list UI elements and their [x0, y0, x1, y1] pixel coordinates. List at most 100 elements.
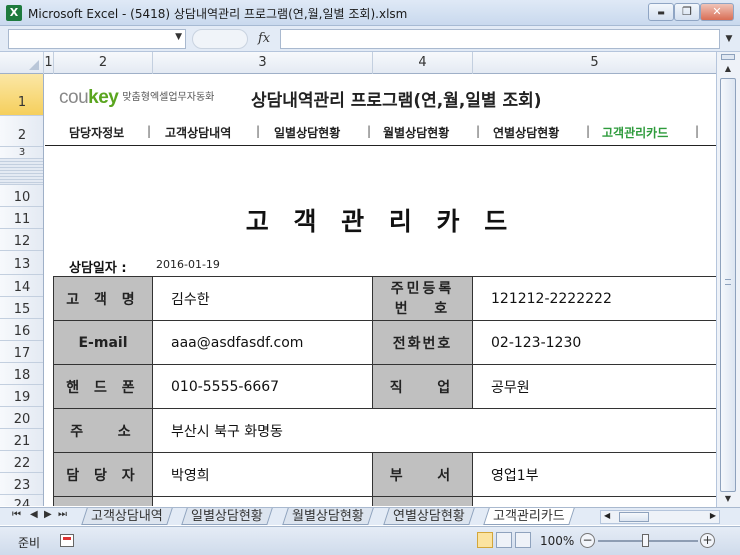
restore-icon: ❐ — [682, 5, 692, 18]
page-layout-view-button[interactable] — [496, 532, 512, 548]
sheet-tab-yearly[interactable]: 연별상담현황 — [383, 508, 475, 525]
field-label — [372, 496, 473, 506]
field-value[interactable]: 02-123-1230 — [472, 320, 716, 365]
logo-text-key: key — [88, 87, 119, 108]
hidden-rows — [0, 159, 43, 185]
scroll-left-icon[interactable]: ◀ — [604, 511, 610, 520]
row-header[interactable]: 23 — [0, 473, 43, 495]
row-header[interactable]: 21 — [0, 429, 43, 451]
row-header[interactable]: 18 — [0, 363, 43, 385]
row-header[interactable]: 19 — [0, 385, 43, 407]
table-row — [53, 496, 716, 506]
consult-date-value[interactable]: 2016-01-19 — [156, 258, 220, 271]
vertical-scrollbar[interactable]: ▲ ▼ — [716, 52, 740, 507]
last-sheet-icon[interactable]: ⏭ — [58, 509, 67, 520]
column-header[interactable]: 5 — [473, 52, 716, 74]
worksheet[interactable]: coukey 맞춤형엑셀업무자동화 상담내역관리 프로그램(연,월,일별 조회) … — [45, 74, 716, 506]
sheet-tab-customer-consult[interactable]: 고객상담내역 — [81, 508, 173, 525]
row-header[interactable]: 2 — [0, 116, 43, 147]
nav-item-monthly-status[interactable]: 월별상담현황 — [383, 124, 449, 141]
field-value[interactable]: 121212-2222222 — [472, 276, 716, 321]
scroll-down-icon[interactable]: ▼ — [721, 492, 735, 506]
column-header[interactable]: 4 — [373, 52, 473, 74]
field-value[interactable] — [472, 496, 716, 506]
field-value[interactable]: 010-5555-6667 — [152, 364, 373, 409]
table-row: E-mail aaa@asdfasdf.com 전화번호 02-123-1230 — [53, 320, 716, 365]
field-value[interactable] — [152, 496, 373, 506]
field-label: 주 소 — [53, 408, 153, 453]
scroll-thumb[interactable] — [619, 512, 649, 522]
column-header[interactable]: 3 — [153, 52, 373, 74]
field-value[interactable]: 박영희 — [152, 452, 373, 497]
row-header[interactable]: 22 — [0, 451, 43, 473]
sheet-tab-monthly[interactable]: 월별상담현황 — [282, 508, 374, 525]
field-value[interactable]: 김수한 — [152, 276, 373, 321]
row-header[interactable]: 17 — [0, 341, 43, 363]
card-title: 고 객 관 리 카 드 — [245, 207, 516, 236]
nav-item-customer-card[interactable]: 고객관리카드 — [602, 124, 668, 141]
macro-record-icon[interactable] — [60, 534, 74, 547]
scroll-thumb[interactable] — [720, 78, 736, 492]
scroll-right-icon[interactable]: ▶ — [710, 511, 716, 520]
restore-button[interactable]: ❐ — [674, 3, 700, 21]
sheet-tab-label: 일별상담현황 — [191, 509, 263, 524]
field-value[interactable]: 부산시 북구 화명동 — [152, 408, 716, 453]
row-header[interactable]: 14 — [0, 275, 43, 297]
page-break-view-button[interactable] — [515, 532, 531, 548]
next-sheet-icon[interactable]: ▶ — [44, 509, 52, 520]
row-header[interactable]: 10 — [0, 185, 43, 207]
normal-view-button[interactable] — [477, 532, 493, 548]
field-value[interactable]: aaa@asdfasdf.com — [152, 320, 373, 365]
formula-input[interactable] — [280, 29, 720, 49]
sheet-tab-customer-card[interactable]: 고객관리카드 — [483, 508, 575, 525]
zoom-level[interactable]: 100% — [540, 534, 574, 548]
sheet-tab-daily[interactable]: 일별상담현황 — [181, 508, 273, 525]
name-box[interactable]: ▼ — [8, 29, 186, 49]
column-header[interactable]: 1 — [44, 52, 54, 74]
field-label: 부 서 — [372, 452, 473, 497]
row-header[interactable]: 11 — [0, 207, 43, 229]
close-icon: ✕ — [712, 5, 722, 18]
zoom-slider-thumb[interactable] — [642, 534, 649, 547]
minimize-button[interactable]: ▬ — [648, 3, 674, 21]
field-label-line: 번 호 — [394, 300, 451, 317]
formula-buttons[interactable] — [192, 29, 248, 49]
nav-item-yearly-status[interactable]: 연별상담현황 — [493, 124, 559, 141]
nav-item-customer-consult[interactable]: 고객상담내역 — [165, 124, 231, 141]
field-label: 담 당 자 — [53, 452, 153, 497]
row-header[interactable]: 13 — [0, 251, 43, 275]
excel-icon[interactable]: X — [6, 5, 22, 21]
table-row: 담 당 자 박영희 부 서 영업1부 — [53, 452, 716, 497]
row-header[interactable]: 3 — [0, 147, 43, 159]
row-header[interactable]: 15 — [0, 297, 43, 319]
field-value[interactable]: 공무원 — [472, 364, 716, 409]
nav-item-manager-info[interactable]: 담당자정보 — [69, 124, 124, 141]
horizontal-scrollbar[interactable]: ◀ ▶ — [600, 510, 720, 524]
row-header[interactable]: 20 — [0, 407, 43, 429]
nav-separator: | — [476, 124, 481, 138]
field-label: 주민등록 번 호 — [372, 276, 473, 321]
title-bar: X Microsoft Excel - (5418) 상담내역관리 프로그램(연… — [0, 0, 740, 26]
row-header[interactable]: 12 — [0, 229, 43, 251]
row-header[interactable]: 24 — [0, 495, 43, 506]
zoom-out-button[interactable]: − — [580, 533, 595, 548]
zoom-in-button[interactable]: + — [700, 533, 715, 548]
column-header[interactable]: 2 — [54, 52, 153, 74]
split-handle[interactable] — [721, 54, 735, 60]
nav-separator: | — [256, 124, 261, 138]
field-value[interactable]: 영업1부 — [472, 452, 716, 497]
row-header[interactable]: 1 — [0, 74, 43, 116]
close-button[interactable]: ✕ — [700, 3, 734, 21]
first-sheet-icon[interactable]: ⏮ — [12, 509, 21, 520]
sheet-tab-label: 고객상담내역 — [91, 509, 163, 524]
scroll-up-icon[interactable]: ▲ — [721, 62, 735, 76]
nav-item-daily-status[interactable]: 일별상담현황 — [274, 124, 340, 141]
select-all-button[interactable] — [0, 52, 44, 74]
insert-function-button[interactable]: fx — [258, 31, 270, 46]
expand-formula-bar-icon[interactable]: ▼ — [722, 29, 736, 49]
row-header[interactable]: 16 — [0, 319, 43, 341]
prev-sheet-icon[interactable]: ◀ — [30, 509, 38, 520]
window-title: Microsoft Excel - (5418) 상담내역관리 프로그램(연,월… — [28, 7, 408, 21]
chevron-down-icon[interactable]: ▼ — [175, 32, 182, 42]
field-label: 고 객 명 — [53, 276, 153, 321]
